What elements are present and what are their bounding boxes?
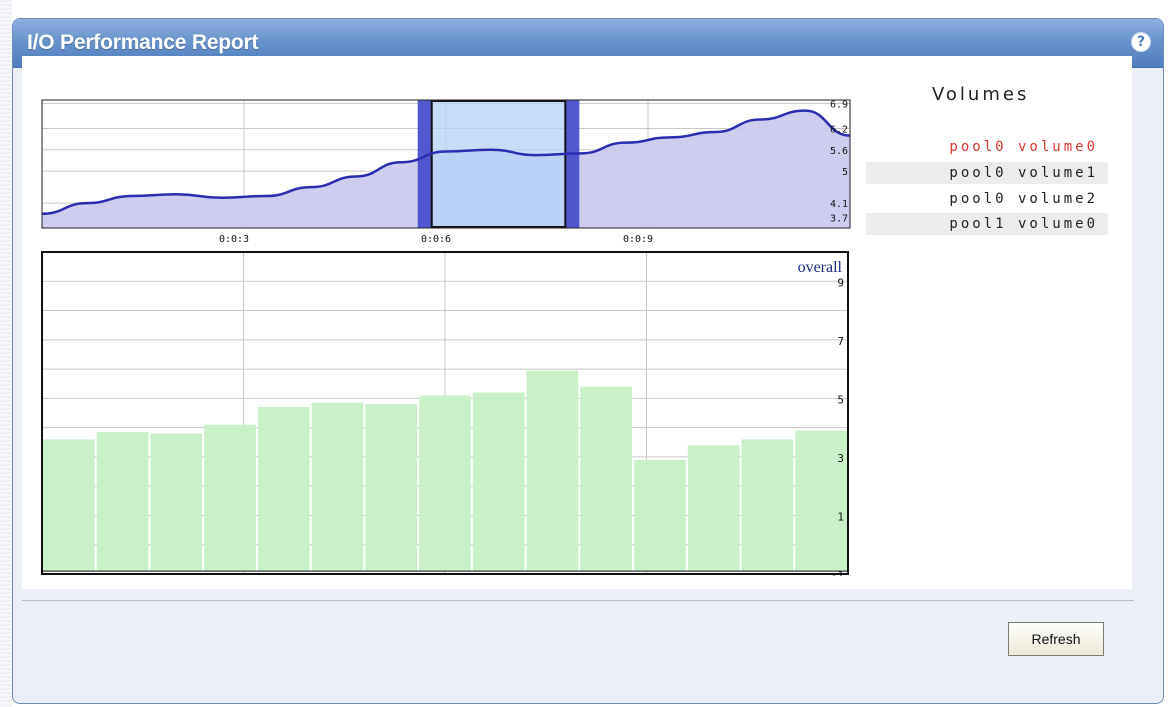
overview-y-tick-label: 5.6 (830, 146, 848, 157)
bar-4 (204, 424, 256, 572)
window-title: I/O Performance Report (27, 31, 259, 54)
bar-y-tick-label: 9 (837, 276, 844, 289)
bar-y-tick-label: 7 (837, 335, 844, 348)
bar-y-tick-label: 5 (837, 393, 844, 406)
overall-bar-chart: overall9 7 5 3 1 -1 (41, 251, 849, 576)
charts-svg: 6.9 6.2 5.6 5 4.1 3.7 0:0:3 0:0:6 0:0:9 overall9… (41, 99, 851, 576)
volume-item-pool0-volume2[interactable]: pool0 volume2 (866, 188, 1108, 210)
bar-9 (472, 392, 525, 572)
volume-item-pool0-volume1[interactable]: pool0 volume1 (866, 162, 1108, 184)
bar-2 (96, 432, 149, 572)
bar-10 (526, 370, 579, 572)
overview-y-tick-label: 4.1 (830, 199, 848, 210)
volume-item-pool0-volume0[interactable]: pool0 volume0 (866, 136, 1108, 158)
left-edge-strip (0, 0, 12, 707)
bar-14 (741, 439, 794, 572)
volume-item-pool1-volume0[interactable]: pool1 volume0 (866, 213, 1108, 235)
volumes-title: Volumes (932, 84, 1030, 105)
overview-y-tick-label: 3.7 (830, 213, 848, 224)
bar-6 (311, 402, 364, 572)
overview-x-tick-label: 0:0:9 (623, 234, 653, 245)
bar-13 (687, 445, 740, 572)
bar-y-tick-label: 1 (837, 510, 844, 523)
bar-11 (580, 386, 633, 572)
bar-8 (419, 395, 471, 572)
bar-12 (634, 459, 686, 572)
bar-5 (257, 407, 310, 572)
overview-y-tick-label: 5 (842, 167, 848, 178)
overall-label: overall (798, 259, 843, 276)
overview-x-tick-label: 0:0:3 (219, 234, 249, 245)
selection-window[interactable] (417, 100, 580, 228)
overview-x-tick-label: 0:0:6 (421, 234, 451, 245)
overview-y-tick-label: 6.9 (830, 100, 848, 111)
bar-y-tick-label: 3 (837, 452, 844, 465)
selection-handle-left[interactable] (417, 100, 432, 228)
report-content-panel: 6.9 6.2 5.6 5 4.1 3.7 0:0:3 0:0:6 0:0:9 overall 9… (22, 56, 1132, 589)
help-icon[interactable]: ? (1131, 32, 1151, 52)
selection-handle-right[interactable] (565, 100, 580, 228)
footer-separator (22, 600, 1134, 601)
bar-3 (150, 433, 203, 572)
overview-y-tick-label: 6.2 (830, 124, 848, 135)
bar-y-tick-label: -1 (831, 569, 844, 576)
bar-1 (43, 439, 95, 572)
bar-7 (365, 404, 418, 572)
refresh-button[interactable]: Refresh (1008, 622, 1104, 656)
overview-chart[interactable]: 6.9 6.2 5.6 5 4.1 3.7 0:0:3 0:0:6 0:0:9 (41, 99, 851, 245)
